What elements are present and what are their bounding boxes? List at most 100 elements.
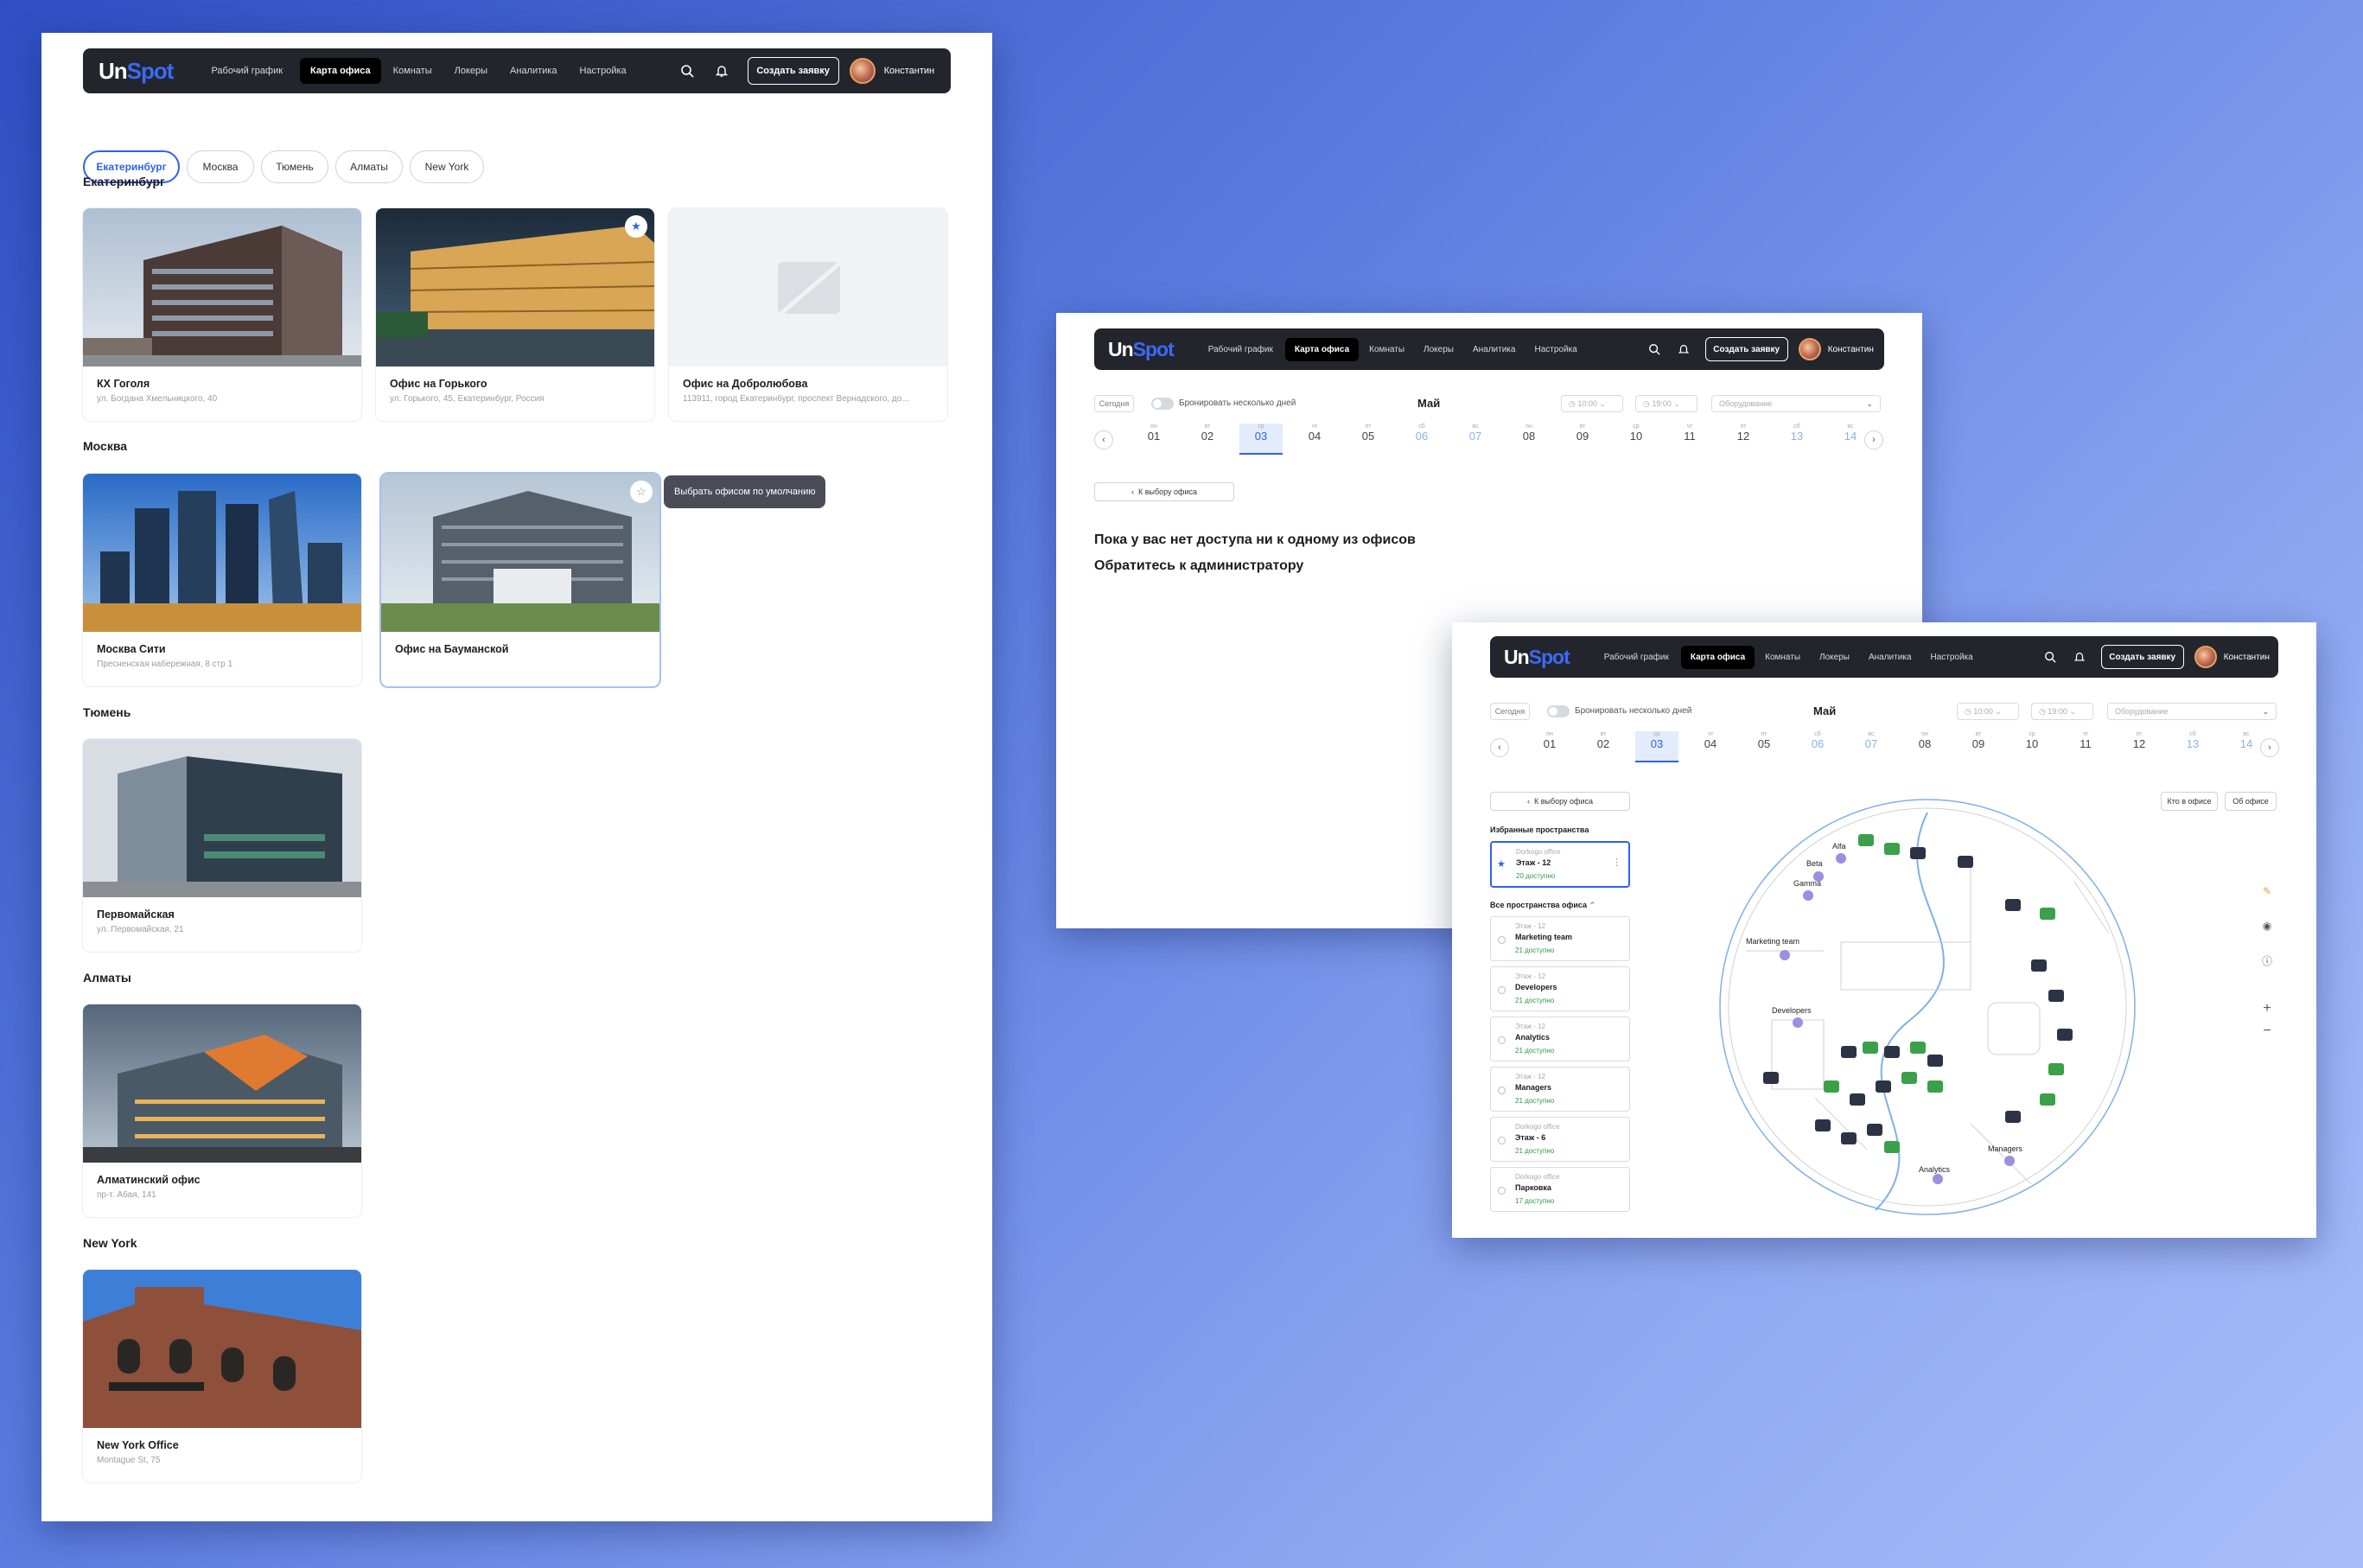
calendar-day[interactable]: сб 13 xyxy=(2171,731,2214,762)
nav-item-schedule[interactable]: Рабочий график xyxy=(1604,653,1669,662)
desk-seat[interactable] xyxy=(1927,1055,1943,1067)
next-week-arrow[interactable]: › xyxy=(1864,430,1883,449)
calendar-day[interactable]: сб 06 xyxy=(1400,424,1443,455)
next-week-arrow[interactable]: › xyxy=(2260,738,2279,757)
filter-chip-almaty[interactable]: Алматы xyxy=(335,150,403,183)
filter-chip-tyumen[interactable]: Тюмень xyxy=(261,150,328,183)
calendar-day[interactable]: пн 08 xyxy=(1903,731,1946,762)
search-icon[interactable] xyxy=(1646,341,1662,357)
nav-item-analytics[interactable]: Аналитика xyxy=(510,66,557,76)
nav-item-rooms[interactable]: Комнаты xyxy=(1765,653,1800,662)
calendar-day[interactable]: чт 04 xyxy=(1689,731,1732,762)
desk-seat[interactable] xyxy=(1841,1046,1857,1058)
multi-day-toggle[interactable] xyxy=(1151,398,1174,410)
desk-seat[interactable] xyxy=(2040,1093,2055,1106)
space-list-item[interactable]: Этаж - 12 Analytics 21 доступно xyxy=(1490,1017,1630,1061)
all-spaces-title[interactable]: Все пространства офиса ⌃ xyxy=(1490,901,1596,910)
star-icon[interactable]: ★ xyxy=(1497,858,1506,870)
desk-seat[interactable] xyxy=(1867,1124,1882,1136)
desk-seat[interactable] xyxy=(1841,1132,1857,1144)
nav-item-lockers[interactable]: Локеры xyxy=(1819,653,1850,662)
desk-seat[interactable] xyxy=(2040,908,2055,920)
desk-seat[interactable] xyxy=(1901,1072,1917,1084)
edit-icon[interactable]: ✎ xyxy=(2258,882,2277,901)
floor-plan-map[interactable]: Alfa Beta Gamma Marketing team Developer… xyxy=(1711,795,2195,1227)
nav-item-rooms[interactable]: Комнаты xyxy=(1369,345,1404,354)
desk-seat[interactable] xyxy=(1824,1080,1839,1093)
calendar-day[interactable]: сб 06 xyxy=(1796,731,1839,762)
today-button[interactable]: Сегодня xyxy=(1094,395,1134,412)
create-request-button[interactable]: Создать заявку xyxy=(747,57,839,85)
nav-item-lockers[interactable]: Локеры xyxy=(1424,345,1454,354)
create-request-button[interactable]: Создать заявку xyxy=(1704,337,1788,361)
nav-item-settings[interactable]: Настройка xyxy=(579,66,626,76)
back-to-offices-button[interactable]: ‹ К выбору офиса xyxy=(1094,482,1234,501)
equipment-select[interactable]: Оборудование ⌄ xyxy=(2107,703,2277,720)
time-to-select[interactable]: ◷ 19:00 ⌄ xyxy=(1635,395,1697,412)
user-name[interactable]: Константин xyxy=(884,66,934,76)
user-name[interactable]: Константин xyxy=(2224,653,2270,662)
bell-icon[interactable] xyxy=(1676,341,1691,357)
equipment-select[interactable]: Оборудование ⌄ xyxy=(1711,395,1881,412)
nav-item-schedule[interactable]: Рабочий график xyxy=(1208,345,1273,354)
calendar-day[interactable]: ср 10 xyxy=(2010,731,2054,762)
more-icon[interactable]: ⋮ xyxy=(1612,857,1621,868)
app-logo[interactable]: UnSpot xyxy=(99,58,174,85)
nav-item-rooms[interactable]: Комнаты xyxy=(393,66,432,76)
desk-seat[interactable] xyxy=(2005,899,2021,911)
nav-item-analytics[interactable]: Аналитика xyxy=(1869,653,1912,662)
nav-item-analytics[interactable]: Аналитика xyxy=(1473,345,1516,354)
office-card[interactable]: Москва Сити Пресненская набережная, 8 ст… xyxy=(83,474,361,686)
desk-seat[interactable] xyxy=(1884,843,1900,855)
desk-seat[interactable] xyxy=(1763,1072,1779,1084)
calendar-day[interactable]: ср 10 xyxy=(1615,424,1658,455)
desk-seat[interactable] xyxy=(1910,847,1926,859)
desk-seat[interactable] xyxy=(2048,990,2064,1002)
desk-seat[interactable] xyxy=(1815,1119,1831,1131)
zoom-in-icon[interactable]: + xyxy=(2258,999,2277,1018)
about-office-button[interactable]: Об офисе xyxy=(2225,792,2277,811)
desk-seat[interactable] xyxy=(1858,834,1874,846)
avatar[interactable] xyxy=(849,58,876,84)
office-card[interactable]: КХ Гоголя ул. Богдана Хмельницкого, 40 xyxy=(83,208,361,421)
calendar-day[interactable]: пт 12 xyxy=(1722,424,1765,455)
nav-item-schedule[interactable]: Рабочий график xyxy=(211,66,283,76)
calendar-day[interactable]: чт 04 xyxy=(1293,424,1336,455)
back-to-offices-button[interactable]: ‹ К выбору офиса xyxy=(1490,792,1630,811)
calendar-day[interactable]: чт 11 xyxy=(2064,731,2107,762)
calendar-day[interactable]: пт 05 xyxy=(1347,424,1390,455)
desk-seat[interactable] xyxy=(1863,1042,1878,1054)
desk-seat[interactable] xyxy=(1876,1080,1891,1093)
app-logo[interactable]: UnSpot xyxy=(1108,338,1175,361)
bell-icon[interactable] xyxy=(2072,649,2087,665)
desk-seat[interactable] xyxy=(2005,1111,2021,1123)
nav-item-office-map[interactable]: Карта офиса xyxy=(300,58,381,84)
user-name[interactable]: Константин xyxy=(1828,345,1874,354)
today-button[interactable]: Сегодня xyxy=(1490,703,1530,720)
space-list-item[interactable]: Dorkogo office Парковка 17 доступно xyxy=(1490,1167,1630,1212)
bell-icon[interactable] xyxy=(713,62,730,80)
space-list-item[interactable]: Этаж - 12 Developers 21 доступно xyxy=(1490,966,1630,1011)
calendar-day[interactable]: вт 09 xyxy=(1957,731,2000,762)
zoom-out-icon[interactable]: − xyxy=(2258,1022,2277,1041)
calendar-day[interactable]: вс 07 xyxy=(1454,424,1497,455)
prev-week-arrow[interactable]: ‹ xyxy=(1490,738,1509,757)
desk-seat[interactable] xyxy=(1910,1042,1926,1054)
favorite-space[interactable]: ★ Dorkogo office Этаж - 12 20 доступно ⋮ xyxy=(1490,841,1630,888)
calendar-day[interactable]: ср 03 xyxy=(1239,424,1283,455)
desk-seat[interactable] xyxy=(1927,1080,1943,1093)
desk-seat[interactable] xyxy=(1884,1141,1900,1153)
multi-day-toggle[interactable] xyxy=(1547,705,1570,717)
nav-item-office-map[interactable]: Карта офиса xyxy=(1284,337,1360,361)
star-outline-icon[interactable]: ☆ xyxy=(630,481,653,503)
desk-seat[interactable] xyxy=(1850,1093,1865,1106)
avatar[interactable] xyxy=(1798,338,1821,360)
office-card[interactable]: New York Office Montague St, 75 xyxy=(83,1270,361,1482)
desk-seat[interactable] xyxy=(2031,959,2047,972)
nav-item-settings[interactable]: Настройка xyxy=(1930,653,1972,662)
nav-item-office-map[interactable]: Карта офиса xyxy=(1680,645,1755,669)
time-to-select[interactable]: ◷ 19:00 ⌄ xyxy=(2031,703,2093,720)
office-card[interactable]: Первомайская ул. Первомайская, 21 xyxy=(83,739,361,952)
office-card[interactable]: Офис на Добролюбова 113911, город Екатер… xyxy=(669,208,947,421)
calendar-day[interactable]: вс 07 xyxy=(1850,731,1893,762)
